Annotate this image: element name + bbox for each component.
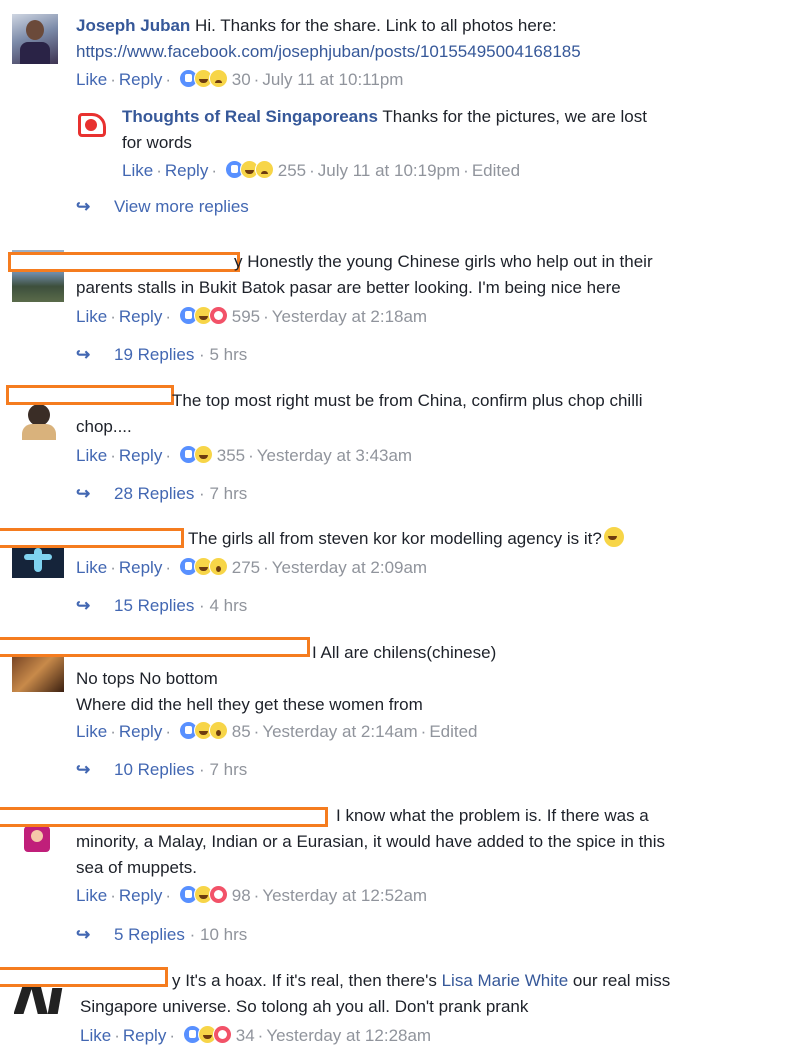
comment-actions: Like · Reply · 30 · July 11 at 10:11pm — [76, 69, 404, 91]
comment-body: The girls all from steven kor kor modell… — [76, 526, 776, 552]
comment-actions: Like · Reply · 85 · Yesterday at 2:14am · Edite… — [76, 721, 478, 743]
comment-body: The top most right must be from China, c… — [76, 391, 643, 436]
reactions[interactable] — [178, 721, 228, 743]
replies-link[interactable]: ↪ 5 Replies · 10 hrs — [76, 924, 247, 946]
comment-body: y It's a hoax. If it's real, then there'… — [80, 971, 671, 1016]
reactions[interactable] — [182, 1025, 232, 1047]
timestamp[interactable]: Yesterday at 3:43am — [257, 446, 412, 465]
reactions[interactable] — [178, 445, 213, 467]
comment-link[interactable]: https://www.facebook.com/josephjuban/pos… — [76, 42, 581, 61]
reply-arrow-icon: ↪ — [76, 345, 91, 364]
sad-icon — [208, 69, 228, 88]
reply-button[interactable]: Reply — [119, 446, 162, 465]
reply-arrow-icon: ↪ — [76, 596, 91, 615]
love-icon — [212, 1025, 232, 1044]
replies-link[interactable]: ↪ 15 Replies · 4 hrs — [76, 595, 247, 617]
reactions[interactable] — [224, 160, 274, 182]
timestamp[interactable]: Yesterday at 12:28am — [266, 1026, 431, 1045]
timestamp[interactable]: Yesterday at 2:09am — [272, 558, 427, 577]
edited-label[interactable]: Edited — [429, 722, 477, 741]
reply-button[interactable]: Reply — [119, 886, 162, 905]
replies-link[interactable]: ↪ 19 Replies · 5 hrs — [76, 344, 247, 366]
reactions[interactable] — [178, 557, 228, 579]
wow-icon — [208, 721, 228, 740]
timestamp[interactable]: Yesterday at 12:52am — [262, 886, 427, 905]
reactions[interactable] — [178, 306, 228, 328]
replies-link[interactable]: ↪ 28 Replies · 7 hrs — [76, 483, 247, 505]
view-more-replies[interactable]: ↪ View more replies — [76, 196, 249, 218]
reply-body: Thoughts of Real Singaporeans Thanks for… — [122, 107, 647, 152]
wow-icon — [208, 557, 228, 576]
reaction-count[interactable]: 34 — [236, 1026, 255, 1045]
timestamp[interactable]: July 11 at 10:11pm — [262, 70, 403, 89]
page-avatar[interactable] — [76, 107, 110, 141]
like-button[interactable]: Like — [76, 886, 107, 905]
reaction-count[interactable]: 30 — [232, 70, 251, 89]
comment-actions: Like · Reply · 34 · Yesterday at 12:28am — [80, 1025, 432, 1047]
comment-actions: Like · Reply · 255 · July 11 at 10:19pm · Edite… — [122, 160, 521, 182]
reply-button[interactable]: Reply — [119, 558, 162, 577]
like-button[interactable]: Like — [76, 558, 107, 577]
reply-arrow-icon: ↪ — [76, 197, 91, 216]
reply-arrow-icon: ↪ — [76, 484, 91, 503]
reply-arrow-icon: ↪ — [76, 760, 91, 779]
reaction-count[interactable]: 85 — [232, 722, 251, 741]
comment-actions: Like · Reply · 98 · Yesterday at 12:52am — [76, 885, 428, 907]
timestamp[interactable]: Yesterday at 2:14am — [262, 722, 417, 741]
reaction-count[interactable]: 275 — [232, 558, 260, 577]
comment-actions: Like · Reply · 355 · Yesterday at 3:43am — [76, 445, 413, 467]
comment-body: Joseph Juban Hi. Thanks for the share. L… — [76, 16, 581, 61]
like-button[interactable]: Like — [80, 1026, 111, 1045]
sad-icon — [254, 160, 274, 179]
reactions[interactable] — [178, 69, 228, 91]
like-button[interactable]: Like — [76, 307, 107, 326]
comment-body: y Honestly the young Chinese girls who h… — [76, 252, 653, 297]
reply-button[interactable]: Reply — [123, 1026, 166, 1045]
timestamp[interactable]: Yesterday at 2:18am — [272, 307, 427, 326]
like-button[interactable]: Like — [122, 161, 153, 180]
love-icon — [208, 885, 228, 904]
comment-actions: Like · Reply · 595 · Yesterday at 2:18am — [76, 306, 428, 328]
reply-button[interactable]: Reply — [165, 161, 208, 180]
reactions[interactable] — [178, 885, 228, 907]
comment-body: I All are chilens(chinese) No tops No bo… — [76, 643, 497, 714]
edited-label[interactable]: Edited — [472, 161, 520, 180]
reaction-count[interactable]: 98 — [232, 886, 251, 905]
reaction-count[interactable]: 355 — [217, 446, 245, 465]
timestamp[interactable]: July 11 at 10:19pm — [318, 161, 460, 180]
reply-arrow-icon: ↪ — [76, 925, 91, 944]
laughing-emoji-icon — [602, 526, 625, 548]
reply-button[interactable]: Reply — [119, 722, 162, 741]
reply-button[interactable]: Reply — [119, 307, 162, 326]
reply-button[interactable]: Reply — [119, 70, 162, 89]
haha-icon — [193, 445, 213, 464]
comment-body: I know what the problem is. If there was… — [76, 806, 666, 877]
avatar[interactable] — [12, 14, 58, 64]
like-button[interactable]: Like — [76, 446, 107, 465]
mention-link[interactable]: Lisa Marie White — [442, 971, 569, 990]
like-button[interactable]: Like — [76, 70, 107, 89]
like-button[interactable]: Like — [76, 722, 107, 741]
reaction-count[interactable]: 255 — [278, 161, 306, 180]
reaction-count[interactable]: 595 — [232, 307, 260, 326]
love-icon — [208, 306, 228, 325]
comment-author[interactable]: Joseph Juban — [76, 16, 190, 35]
comment-actions: Like · Reply · 275 · Yesterday at 2:09am — [76, 557, 428, 579]
replies-link[interactable]: ↪ 10 Replies · 7 hrs — [76, 759, 247, 781]
comment-author[interactable]: Thoughts of Real Singaporeans — [122, 107, 378, 126]
